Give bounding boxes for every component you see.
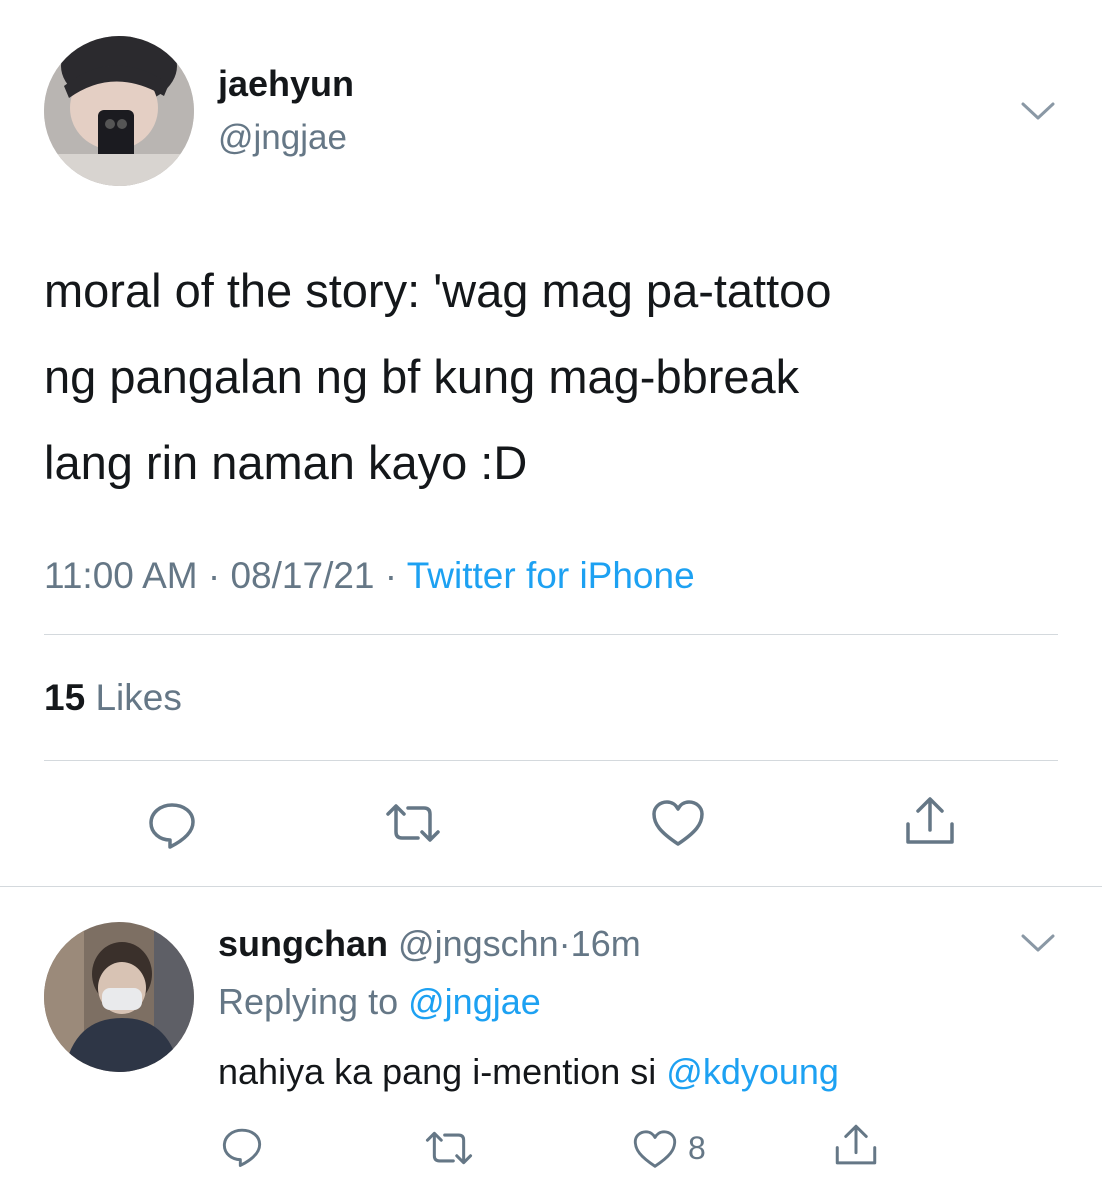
avatar[interactable] [44, 36, 194, 186]
tweet-text: moral of the story: 'wag mag pa-tattoo n… [44, 248, 1084, 506]
reply-avatar[interactable] [44, 922, 194, 1072]
mention-link[interactable]: @kdyoung [666, 1051, 839, 1092]
meta-separator: · [207, 555, 221, 596]
reply-icon[interactable] [220, 1126, 264, 1168]
reply-like-count: 8 [688, 1130, 706, 1166]
replying-to-label: Replying to [218, 981, 399, 1022]
divider [44, 760, 1058, 761]
reply-text-body: nahiya ka pang i-mention si [218, 1051, 657, 1092]
share-icon[interactable] [902, 794, 958, 848]
tweet-text-line: ng pangalan ng bf kung mag-bbreak [44, 350, 800, 403]
reply-icon[interactable] [146, 800, 198, 850]
divider [44, 634, 1058, 635]
likes-label: Likes [95, 677, 182, 718]
chevron-down-icon[interactable] [1020, 98, 1056, 124]
reply-age: 16m [570, 923, 641, 964]
tweet-meta: 11:00 AM · 08/17/21 · Twitter for iPhone [44, 554, 695, 598]
retweet-icon[interactable] [424, 1128, 474, 1168]
reply-display-name[interactable]: sungchan [218, 923, 388, 964]
user-handle[interactable]: @jngjae [218, 116, 347, 160]
meta-separator: · [558, 923, 571, 964]
likes-stat[interactable]: 15 Likes [44, 676, 182, 720]
divider [0, 886, 1102, 887]
reply-header: sungchan @jngschn·16m [218, 922, 641, 966]
tweet-time: 11:00 AM [44, 555, 198, 596]
tweet-source-link[interactable]: Twitter for iPhone [407, 555, 695, 596]
reply-text: nahiya ka pang i-mention si @kdyoung [218, 1050, 839, 1094]
tweet-date: 08/17/21 [230, 555, 375, 596]
replying-to-handle[interactable]: @jngjae [408, 981, 541, 1022]
tweet-text-line: lang rin naman kayo :D [44, 436, 528, 489]
likes-count: 15 [44, 677, 86, 718]
retweet-icon[interactable] [384, 800, 442, 846]
tweet-text-line: moral of the story: 'wag mag pa-tattoo [44, 264, 832, 317]
heart-icon[interactable] [632, 1128, 678, 1170]
share-icon[interactable] [832, 1122, 880, 1168]
replying-to: Replying to @jngjae [218, 980, 541, 1024]
reply-handle[interactable]: @jngschn [398, 923, 559, 964]
heart-icon[interactable] [650, 798, 706, 848]
meta-separator: · [384, 555, 398, 596]
chevron-down-icon[interactable] [1020, 930, 1056, 956]
display-name[interactable]: jaehyun [218, 62, 354, 106]
